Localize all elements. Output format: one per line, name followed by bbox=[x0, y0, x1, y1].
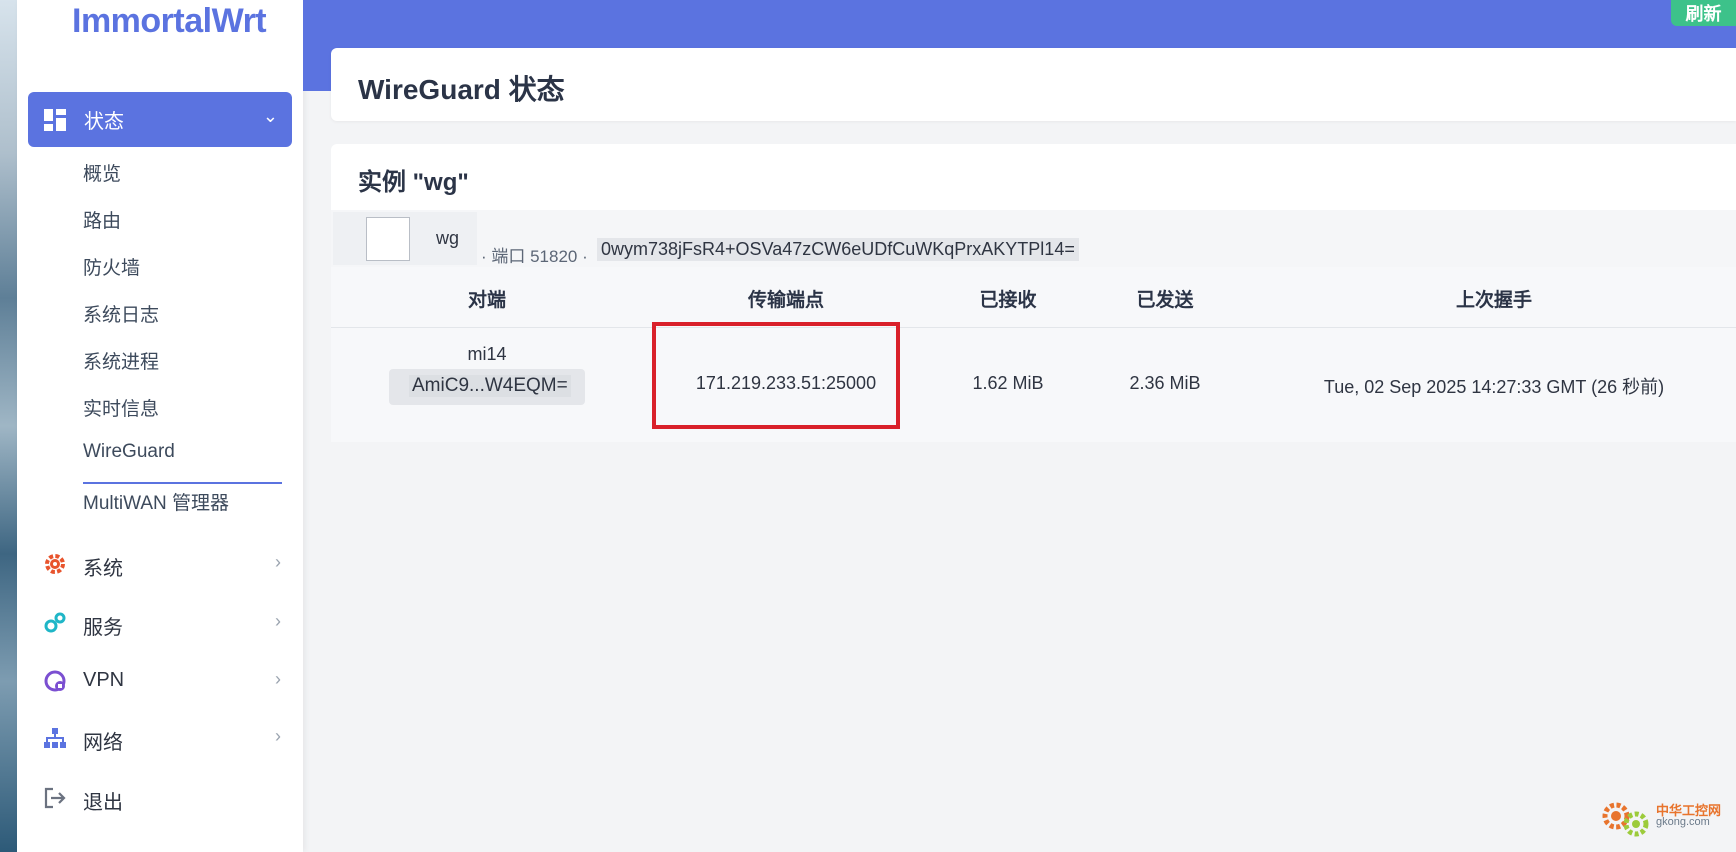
active-underline bbox=[83, 482, 282, 484]
interface-public-key: 0wym738jFsR4+OSVa47zCW6eUDfCuWKqPrxAKYTP… bbox=[597, 238, 1079, 261]
sidebar-group-vpn[interactable]: VPN › bbox=[43, 661, 293, 701]
sidebar-item-wireguard[interactable]: WireGuard bbox=[83, 441, 175, 463]
table-header: 对端 传输端点 已接收 已发送 上次握手 bbox=[331, 267, 1736, 328]
sidebar-item-firewall[interactable]: 防火墙 bbox=[83, 253, 140, 280]
chevron-right-icon: › bbox=[275, 669, 281, 689]
sidebar-logout[interactable]: 退出 bbox=[43, 778, 293, 818]
sidebar-item-processes[interactable]: 系统进程 bbox=[83, 347, 159, 374]
chevron-right-icon: › bbox=[275, 726, 281, 746]
sidebar-item-overview[interactable]: 概览 bbox=[83, 159, 121, 186]
col-handshake: 上次握手 bbox=[1455, 290, 1533, 311]
chevron-down-icon: ⌄ bbox=[262, 106, 278, 126]
interface-row: wg · 端口 51820 · 0wym738jFsR4+OSVa47zCW6e… bbox=[331, 210, 1736, 267]
sidebar-item-multiwan[interactable]: MultiWAN 管理器 bbox=[83, 488, 229, 515]
dashboard-icon bbox=[44, 109, 66, 131]
interface-port: · 端口 51820 · bbox=[481, 247, 588, 266]
menu-status-label: 状态 bbox=[84, 111, 124, 133]
table-row: mi14 AmiC9...W4EQM= 171.219.233.51:25000… bbox=[331, 328, 1736, 442]
sidebar-item-syslog[interactable]: 系统日志 bbox=[83, 300, 159, 327]
background-strip bbox=[0, 0, 17, 852]
page-title: WireGuard 状态 bbox=[358, 74, 565, 105]
logout-icon bbox=[44, 787, 66, 809]
sidebar-group-label: 系统 bbox=[83, 558, 123, 580]
peer-sent: 2.36 MiB bbox=[1129, 373, 1201, 393]
col-peer: 对端 bbox=[467, 290, 507, 311]
instance-panel: 实例 "wg" wg · 端口 51820 · 0wym738jFsR4+OSV… bbox=[331, 144, 1736, 442]
sidebar-item-realtime[interactable]: 实时信息 bbox=[83, 394, 159, 421]
interface-name: wg bbox=[436, 228, 460, 248]
sidebar-group-system[interactable]: 系统 › bbox=[43, 544, 293, 584]
interface-box: wg bbox=[333, 212, 477, 265]
peer-received: 1.62 MiB bbox=[972, 373, 1044, 393]
chevron-right-icon: › bbox=[275, 552, 281, 572]
gear-icon bbox=[45, 554, 65, 574]
menu-status[interactable]: 状态 ⌄ bbox=[28, 92, 292, 147]
network-icon bbox=[44, 728, 66, 748]
sidebar-group-network[interactable]: 网络 › bbox=[43, 718, 293, 758]
sidebar: ImmortalWrt 状态 ⌄ 概览 路由 防火墙 系统日志 系统进程 实时信… bbox=[17, 0, 303, 852]
refresh-button[interactable]: 刷新 bbox=[1671, 0, 1736, 26]
chevron-right-icon: › bbox=[275, 611, 281, 631]
col-sent: 已发送 bbox=[1136, 290, 1194, 311]
title-card: WireGuard 状态 bbox=[331, 48, 1736, 121]
sidebar-group-label: 网络 bbox=[83, 732, 123, 754]
logo: ImmortalWrt bbox=[72, 2, 267, 40]
peer-key: AmiC9...W4EQM= bbox=[409, 375, 571, 397]
col-received: 已接收 bbox=[979, 290, 1037, 311]
services-icon bbox=[44, 612, 66, 633]
vpn-icon bbox=[44, 670, 66, 692]
col-endpoint: 传输端点 bbox=[747, 290, 825, 311]
peer-handshake: Tue, 02 Sep 2025 14:27:33 GMT (26 秒前) bbox=[1323, 377, 1665, 397]
instance-title: 实例 "wg" bbox=[358, 169, 469, 196]
watermark-url: gkong.com bbox=[1656, 816, 1710, 828]
sidebar-group-services[interactable]: 服务 › bbox=[43, 603, 293, 643]
peer-key-box: AmiC9...W4EQM= bbox=[389, 369, 585, 405]
sidebar-group-label: 退出 bbox=[83, 792, 123, 814]
sidebar-item-routes[interactable]: 路由 bbox=[83, 206, 121, 233]
broken-image-icon bbox=[366, 217, 410, 261]
sidebar-group-label: VPN bbox=[83, 669, 125, 691]
sidebar-group-label: 服务 bbox=[83, 617, 123, 639]
highlight-box bbox=[652, 322, 900, 429]
peer-name: mi14 bbox=[467, 344, 507, 364]
